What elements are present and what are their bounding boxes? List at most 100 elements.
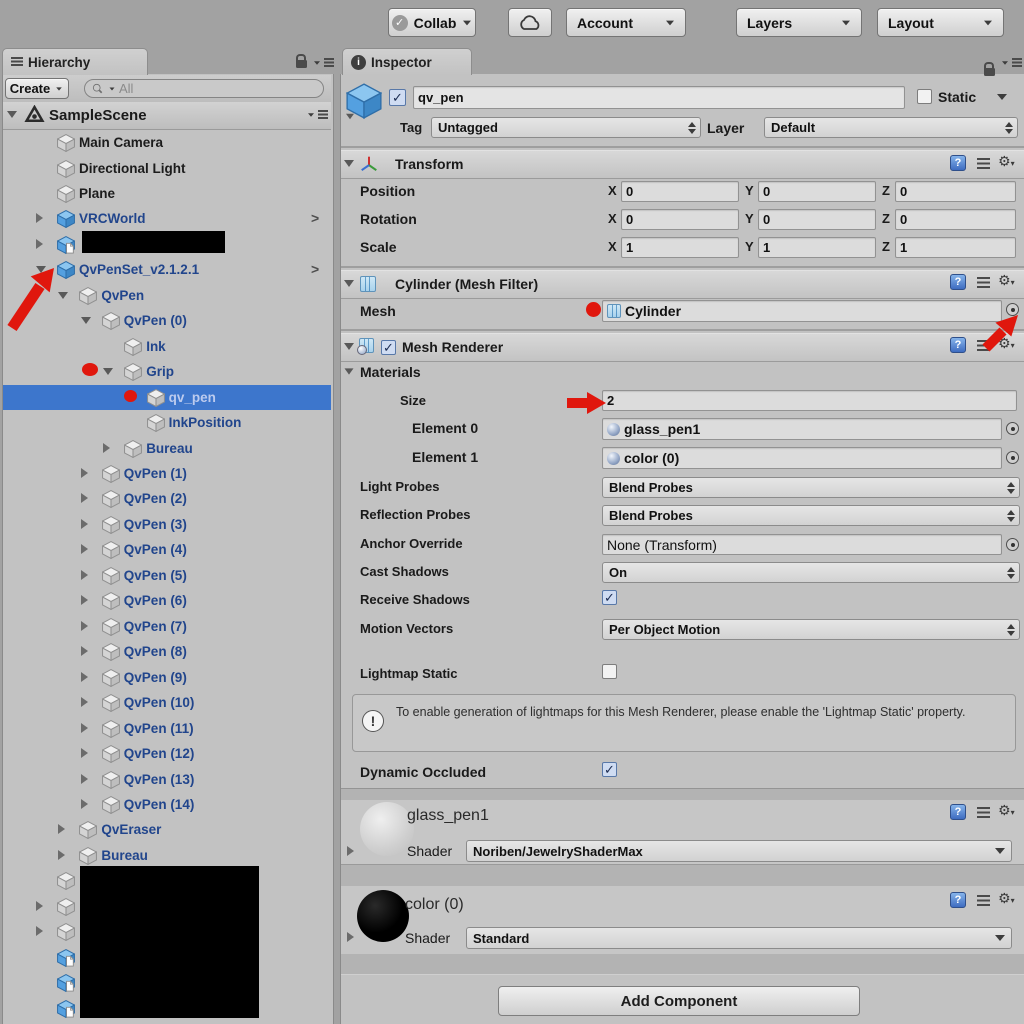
active-checkbox[interactable]: ✓	[389, 89, 406, 106]
foldout-closed-icon[interactable]	[36, 213, 43, 224]
layer-dropdown[interactable]: Default	[764, 117, 1018, 138]
tree-item-plane[interactable]: Plane	[3, 181, 331, 206]
element-object-picker[interactable]	[1006, 451, 1019, 464]
foldout-closed-icon[interactable]	[58, 849, 66, 860]
foldout-closed-icon[interactable]	[80, 493, 88, 504]
foldout-closed-icon[interactable]	[80, 697, 88, 708]
tree-item-qv-pen[interactable]: qv_pen	[3, 384, 331, 410]
tree-item-qvpen-11-[interactable]: QvPen (11)	[3, 716, 331, 741]
gameobject-icon-foldout[interactable]	[346, 113, 354, 120]
inspector-lock-icon[interactable]	[984, 62, 995, 76]
tree-item-inkposition[interactable]: InkPosition	[3, 410, 331, 435]
tree-item-grip[interactable]: Grip	[3, 359, 331, 384]
prefab-chevron-icon[interactable]: >	[311, 257, 319, 282]
name-field[interactable]: qv_pen	[413, 86, 905, 109]
mesh-renderer-help-icon[interactable]: ?	[950, 337, 966, 353]
foldout-closed-icon[interactable]	[80, 518, 88, 529]
transform-gear-icon[interactable]: ⚙▾	[998, 155, 1015, 169]
rotation-y-field[interactable]: 0	[758, 209, 876, 230]
foldout-closed-icon[interactable]	[36, 926, 43, 937]
position-x-field[interactable]: 0	[621, 181, 739, 202]
element-object-field[interactable]: glass_pen1	[602, 418, 1002, 440]
tree-item-qvpen-5-[interactable]: QvPen (5)	[3, 563, 331, 588]
cast-shadows-dropdown[interactable]: On	[602, 562, 1020, 583]
motion-vectors-dropdown[interactable]: Per Object Motion	[602, 619, 1020, 640]
tree-item-directional-light[interactable]: Directional Light	[3, 156, 331, 181]
material-0-preset-icon[interactable]	[977, 807, 990, 818]
foldout-closed-icon[interactable]	[80, 569, 88, 580]
material-0-help-icon[interactable]: ?	[950, 804, 966, 820]
foldout-closed-icon[interactable]	[103, 442, 111, 453]
inspector-menu-icon[interactable]	[1000, 58, 1022, 67]
element-object-picker[interactable]	[1006, 422, 1019, 435]
layout-button[interactable]: Layout	[877, 8, 1004, 37]
static-dropdown-arrow[interactable]	[997, 94, 1007, 100]
material-1-foldout[interactable]	[347, 932, 354, 942]
tree-item-qveraser[interactable]: QvEraser	[3, 817, 331, 842]
scale-z-field[interactable]: 1	[895, 237, 1016, 258]
rotation-z-field[interactable]: 0	[895, 209, 1016, 230]
foldout-closed-icon[interactable]	[36, 900, 43, 911]
position-z-field[interactable]: 0	[895, 181, 1016, 202]
tag-dropdown[interactable]: Untagged	[431, 117, 701, 138]
tree-item-qvpen-14-[interactable]: QvPen (14)	[3, 792, 331, 817]
material-0-foldout[interactable]	[347, 846, 354, 856]
tree-item-bureau[interactable]: Bureau	[3, 843, 331, 868]
materials-foldout[interactable]	[344, 368, 354, 375]
rotation-x-field[interactable]: 0	[621, 209, 739, 230]
material-0-shader-dropdown[interactable]: Noriben/JewelryShaderMax	[466, 840, 1012, 862]
tree-item-bureau[interactable]: Bureau	[3, 436, 331, 461]
receive-shadows-checkbox[interactable]: ✓	[602, 590, 617, 605]
scale-y-field[interactable]: 1	[758, 237, 876, 258]
light-probes-dropdown[interactable]: Blend Probes	[602, 477, 1020, 498]
material-0-preview-sphere[interactable]	[360, 802, 414, 856]
tree-item-main-camera[interactable]: Main Camera	[3, 130, 331, 155]
tree-item-qvpen-13-[interactable]: QvPen (13)	[3, 767, 331, 792]
mesh-filter-gear-icon[interactable]: ⚙▾	[998, 274, 1015, 288]
foldout-closed-icon[interactable]	[36, 238, 43, 249]
tree-item-qvpen-8-[interactable]: QvPen (8)	[3, 639, 331, 664]
material-1-preview-sphere[interactable]	[357, 890, 409, 942]
foldout-closed-icon[interactable]	[80, 748, 88, 758]
foldout-open-icon[interactable]	[103, 368, 114, 376]
tree-item-qvpen-1-[interactable]: QvPen (1)	[3, 461, 331, 486]
foldout-open-icon[interactable]	[80, 317, 91, 325]
tree-item-qvpen-10-[interactable]: QvPen (10)	[3, 690, 331, 715]
static-checkbox[interactable]	[917, 89, 932, 104]
foldout-closed-icon[interactable]	[80, 722, 88, 733]
foldout-closed-icon[interactable]	[80, 544, 88, 555]
material-0-gear-icon[interactable]: ⚙▾	[998, 804, 1015, 818]
foldout-closed-icon[interactable]	[80, 799, 88, 809]
mesh-object-field[interactable]: Cylinder	[602, 300, 1002, 322]
collab-button[interactable]: ✓ Collab	[388, 8, 476, 37]
foldout-closed-icon[interactable]	[80, 773, 88, 784]
tree-item-qvpen-3-[interactable]: QvPen (3)	[3, 512, 331, 537]
foldout-closed-icon[interactable]	[58, 824, 66, 835]
layers-button[interactable]: Layers	[736, 8, 862, 37]
foldout-closed-icon[interactable]	[80, 671, 88, 682]
cloud-button[interactable]	[508, 8, 552, 37]
foldout-closed-icon[interactable]	[80, 620, 88, 631]
material-1-preset-icon[interactable]	[977, 895, 990, 906]
inspector-tab[interactable]: i Inspector	[342, 48, 472, 75]
dynamic-occluded-checkbox[interactable]: ✓	[602, 762, 617, 777]
anchor-override-object-field[interactable]: None (Transform)	[602, 534, 1002, 555]
tree-item-vrcworld[interactable]: VRCWorld >	[3, 206, 331, 231]
scale-x-field[interactable]: 1	[621, 237, 739, 258]
material-1-help-icon[interactable]: ?	[950, 892, 966, 908]
element-object-field[interactable]: color (0)	[602, 447, 1002, 469]
mesh-filter-preset-icon[interactable]	[977, 277, 990, 288]
tree-item-qvpen-7-[interactable]: QvPen (7)	[3, 614, 331, 639]
mesh-renderer-foldout[interactable]	[344, 343, 354, 350]
reflection-probes-dropdown[interactable]: Blend Probes	[602, 505, 1020, 526]
position-y-field[interactable]: 0	[758, 181, 876, 202]
account-button[interactable]: Account	[566, 8, 686, 37]
tree-item-qvpen-2-[interactable]: QvPen (2)	[3, 486, 331, 511]
tree-item-qvpen-4-[interactable]: QvPen (4)	[3, 537, 331, 562]
mesh-filter-help-icon[interactable]: ?	[950, 274, 966, 290]
mesh-filter-foldout[interactable]	[344, 280, 354, 287]
material-1-shader-dropdown[interactable]: Standard	[466, 927, 1012, 949]
tree-item-qvpen-9-[interactable]: QvPen (9)	[3, 665, 331, 690]
lightmap-static-checkbox[interactable]	[602, 664, 617, 679]
material-1-gear-icon[interactable]: ⚙▾	[998, 892, 1015, 906]
